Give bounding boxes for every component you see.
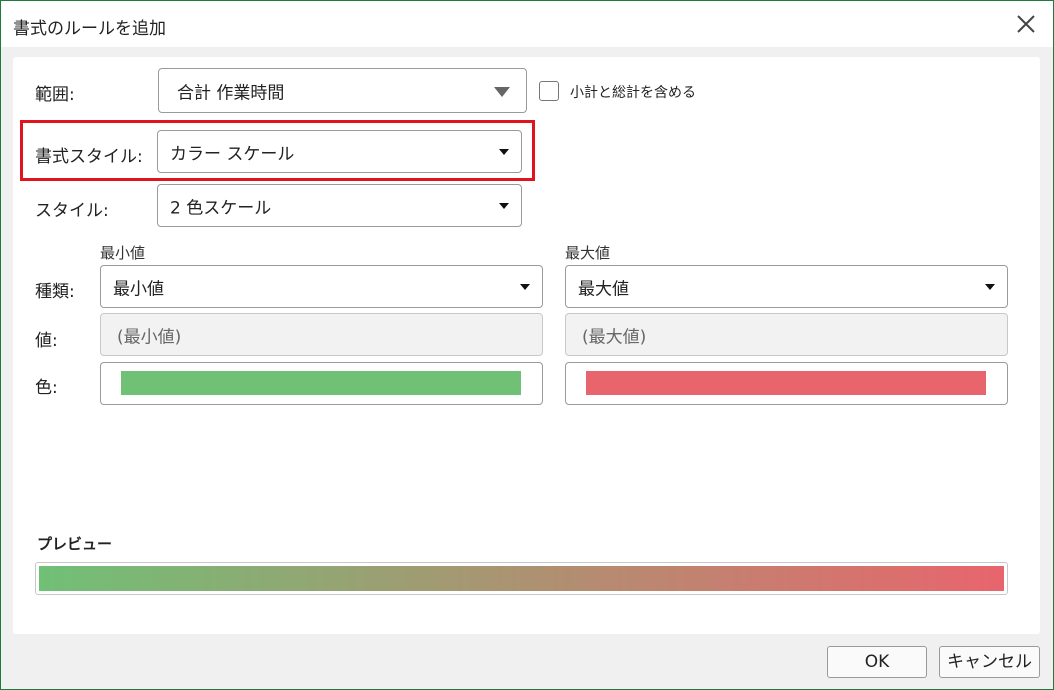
max-header: 最大値 [565,244,611,262]
range-value: 合計 作業時間 [177,83,285,103]
min-type-value: 最小値 [113,279,164,299]
chevron-down-icon [494,86,510,97]
max-value-input[interactable]: (最大値) [565,313,1008,356]
min-color-picker[interactable] [100,362,543,405]
chevron-down-icon [499,202,509,209]
ok-button[interactable]: OK [827,646,927,678]
max-value-placeholder: (最大値) [582,327,647,347]
include-subtotals-label: 小計と総計を含める [570,85,696,101]
type-label: 種類: [35,282,75,302]
style-label: スタイル: [35,201,109,221]
max-color-picker[interactable] [565,362,1008,405]
max-type-value: 最大値 [578,279,629,299]
value-label: 値: [35,331,58,351]
range-label: 範囲: [35,85,75,105]
chevron-down-icon [499,148,509,155]
title-bar: 書式のルールを追加 [1,1,1053,47]
min-value-input[interactable]: (最小値) [100,313,543,356]
style-dropdown[interactable]: 2 色スケール [157,184,522,227]
preview-label: プレビュー [37,535,113,553]
include-subtotals-checkbox[interactable] [539,81,559,101]
settings-panel: 範囲: 合計 作業時間 小計と総計を含める 書式スタイル: カラー スケール ス… [13,57,1040,634]
format-style-value: カラー スケール [170,144,295,164]
min-color-swatch [121,371,521,395]
format-style-label: 書式スタイル: [35,147,143,167]
max-type-dropdown[interactable]: 最大値 [565,265,1008,308]
close-icon[interactable] [1013,11,1039,37]
chevron-down-icon [985,283,995,290]
min-header: 最小値 [100,244,146,262]
cancel-button[interactable]: キャンセル [939,646,1040,678]
preview-box [35,562,1008,595]
preview-gradient-bar [39,566,1004,591]
add-format-rule-dialog: 書式のルールを追加 範囲: 合計 作業時間 小計と総計を含める 書式スタイル: … [0,0,1054,690]
style-value: 2 色スケール [170,198,272,218]
dialog-title: 書式のルールを追加 [13,19,166,39]
range-dropdown[interactable]: 合計 作業時間 [158,68,527,113]
color-label: 色: [35,378,58,398]
format-style-dropdown[interactable]: カラー スケール [157,130,522,173]
max-color-swatch [586,371,986,395]
min-type-dropdown[interactable]: 最小値 [100,265,543,308]
min-value-placeholder: (最小値) [117,327,182,347]
chevron-down-icon [520,283,530,290]
